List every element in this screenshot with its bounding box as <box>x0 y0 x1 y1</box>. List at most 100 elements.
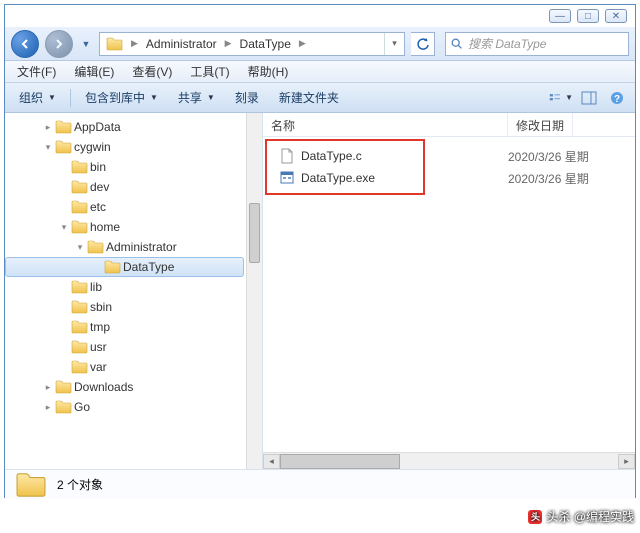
horizontal-scrollbar[interactable]: ◂ ▸ <box>263 452 635 469</box>
tree-node[interactable]: lib <box>5 277 244 297</box>
close-button[interactable]: ✕ <box>605 9 627 23</box>
expand-toggle[interactable]: ▾ <box>73 242 87 253</box>
folder-icon <box>15 472 47 498</box>
window-controls: — □ ✕ <box>549 9 627 23</box>
tree-node[interactable]: var <box>5 357 244 377</box>
folder-icon <box>55 400 72 414</box>
new-folder-button[interactable]: 新建文件夹 <box>271 85 347 110</box>
tree-node-label: tmp <box>90 320 110 334</box>
watermark-logo: 头 <box>528 510 542 524</box>
tree-node[interactable]: ▾cygwin <box>5 137 244 157</box>
status-item-count: 2 个对象 <box>57 476 103 493</box>
back-button[interactable] <box>11 30 39 58</box>
help-button[interactable]: ? <box>605 91 629 105</box>
folder-icon <box>71 200 88 214</box>
expand-toggle[interactable]: ▸ <box>41 122 55 133</box>
search-input[interactable]: 搜索 DataType <box>445 32 629 56</box>
tree-node[interactable]: ▸ Go <box>5 397 244 417</box>
file-list[interactable]: DataType.c2020/3/26 星期DataType.exe2020/3… <box>263 137 635 452</box>
tree-node-label: AppData <box>74 120 121 134</box>
folder-icon <box>71 340 88 354</box>
nav-history-dropdown[interactable]: ▼ <box>79 34 93 54</box>
preview-pane-button[interactable] <box>577 91 601 105</box>
status-bar: 2 个对象 <box>5 469 635 499</box>
menu-edit[interactable]: 编辑(E) <box>66 61 122 82</box>
command-bar: 组织▼ 包含到库中▼ 共享▼ 刻录 新建文件夹 ▼ ? <box>5 83 635 113</box>
scrollbar-thumb[interactable] <box>280 454 400 469</box>
tree-node[interactable]: ▾ home <box>5 217 244 237</box>
view-options-button[interactable]: ▼ <box>549 91 573 105</box>
tree-node-label: sbin <box>90 300 112 314</box>
chevron-right-icon[interactable]: ▶ <box>223 38 234 49</box>
menu-file[interactable]: 文件(F) <box>9 61 64 82</box>
tree-node[interactable]: dev <box>5 177 244 197</box>
scroll-right-button[interactable]: ▸ <box>618 454 635 469</box>
maximize-button[interactable]: □ <box>577 9 599 23</box>
expand-toggle[interactable]: ▾ <box>57 222 71 233</box>
watermark: 头 头杀 @编程实践 <box>528 508 634 525</box>
folder-icon <box>55 120 72 134</box>
tree-node[interactable]: tmp <box>5 317 244 337</box>
tree-node[interactable]: DataType <box>5 257 244 277</box>
minimize-button[interactable]: — <box>549 9 571 23</box>
menu-view[interactable]: 查看(V) <box>124 61 180 82</box>
column-name[interactable]: 名称 <box>263 113 508 136</box>
column-date[interactable]: 修改日期 <box>508 113 573 136</box>
folder-icon <box>71 280 88 294</box>
tree-node-label: lib <box>90 280 102 294</box>
expand-toggle[interactable]: ▾ <box>41 142 55 153</box>
folder-icon <box>106 37 123 51</box>
forward-button[interactable] <box>45 30 73 58</box>
file-date: 2020/3/26 星期 <box>508 170 589 187</box>
search-placeholder: 搜索 DataType <box>468 35 546 52</box>
organize-button[interactable]: 组织▼ <box>11 85 64 110</box>
nav-tree[interactable]: ▸AppData▾cygwinbindevetc▾home▾Administra… <box>5 113 263 469</box>
tree-node[interactable]: bin <box>5 157 244 177</box>
chevron-right-icon[interactable]: ▶ <box>297 38 308 49</box>
annotation-highlight <box>265 139 425 195</box>
include-in-library-button[interactable]: 包含到库中▼ <box>77 85 166 110</box>
explorer-window: — □ ✕ ▼ ▶ Administrator ▶ DataType ▶ ▾ 搜… <box>4 4 636 498</box>
tree-node[interactable]: ▾ Administrator <box>5 237 244 257</box>
file-list-pane: 名称 修改日期 DataType.c2020/3/26 星期DataType.e… <box>263 113 635 469</box>
breadcrumb-seg[interactable]: Administrator <box>140 37 223 51</box>
tree-node[interactable]: sbin <box>5 297 244 317</box>
scroll-left-button[interactable]: ◂ <box>263 454 280 469</box>
tree-node-label: etc <box>90 200 106 214</box>
tree-node-label: dev <box>90 180 109 194</box>
burn-button[interactable]: 刻录 <box>227 85 267 110</box>
tree-node[interactable]: ▸ AppData <box>5 117 244 137</box>
tree-node-label: Administrator <box>106 240 177 254</box>
tree-node[interactable]: usr <box>5 337 244 357</box>
column-headers: 名称 修改日期 <box>263 113 635 137</box>
search-icon <box>450 37 464 51</box>
expand-toggle[interactable]: ▸ <box>41 382 55 393</box>
tree-node-label: bin <box>90 160 106 174</box>
tree-node-label: home <box>90 220 120 234</box>
tree-node-label: Downloads <box>74 380 133 394</box>
tree-node-label: Go <box>74 400 90 414</box>
menu-help[interactable]: 帮助(H) <box>240 61 297 82</box>
svg-text:?: ? <box>614 94 620 105</box>
folder-icon <box>55 140 72 154</box>
address-dropdown[interactable]: ▾ <box>384 33 404 55</box>
menu-tools[interactable]: 工具(T) <box>182 61 237 82</box>
tree-node[interactable]: ▸ Downloads <box>5 377 244 397</box>
menu-bar: 文件(F) 编辑(E) 查看(V) 工具(T) 帮助(H) <box>5 61 635 83</box>
share-button[interactable]: 共享▼ <box>170 85 223 110</box>
folder-icon <box>71 180 88 194</box>
nav-row: ▼ ▶ Administrator ▶ DataType ▶ ▾ 搜索 Data… <box>5 27 635 61</box>
folder-icon <box>71 300 88 314</box>
expand-toggle[interactable]: ▸ <box>41 402 55 413</box>
chevron-right-icon[interactable]: ▶ <box>129 38 140 49</box>
tree-node[interactable]: etc <box>5 197 244 217</box>
tree-scrollbar[interactable] <box>246 113 262 469</box>
refresh-button[interactable] <box>411 32 435 56</box>
folder-icon <box>71 320 88 334</box>
scrollbar-thumb[interactable] <box>249 203 260 263</box>
folder-icon <box>71 160 88 174</box>
breadcrumb-seg[interactable]: DataType <box>234 37 297 51</box>
folder-icon <box>71 220 88 234</box>
address-bar[interactable]: ▶ Administrator ▶ DataType ▶ ▾ <box>99 32 405 56</box>
folder-icon <box>104 260 121 274</box>
